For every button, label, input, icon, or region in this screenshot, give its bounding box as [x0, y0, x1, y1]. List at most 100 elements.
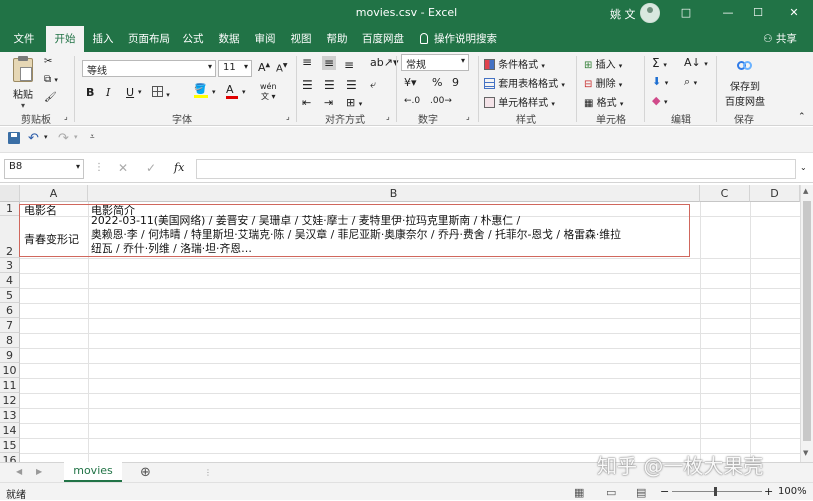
tell-me-search[interactable]: 操作说明搜索 [420, 26, 510, 52]
row-header[interactable]: 13 [0, 408, 20, 423]
tab-page-layout[interactable]: 页面布局 [124, 26, 174, 52]
row-header[interactable]: 9 [0, 348, 20, 363]
dialog-launcher-icon[interactable]: ⌟ [286, 112, 290, 121]
share-button[interactable]: ⚇ 共享 [758, 26, 802, 52]
merge-center-icon[interactable]: ⊞ ▾ [346, 96, 362, 109]
zoom-in-icon[interactable]: + [764, 485, 773, 498]
underline-button[interactable]: U [126, 86, 134, 99]
comma-button[interactable]: 9 [452, 76, 459, 89]
enter-icon[interactable]: ✓ [146, 161, 156, 175]
increase-indent-icon[interactable]: ⇥ [324, 96, 333, 109]
align-left-icon[interactable]: ☰ [302, 78, 313, 92]
autosum-icon[interactable]: Σ ▾ [652, 56, 667, 70]
borders-button[interactable]: ▾ [152, 86, 170, 100]
row-header[interactable]: 4 [0, 273, 20, 288]
cell-styles-button[interactable]: 单元格样式 ▾ [484, 94, 555, 109]
tab-help[interactable]: 帮助 [322, 26, 352, 52]
collapse-ribbon-icon[interactable]: ⌃ [798, 112, 806, 122]
row-header[interactable]: 15 [0, 438, 20, 453]
chevron-down-icon[interactable]: ▾ [242, 88, 246, 96]
dialog-launcher-icon[interactable]: ⌟ [386, 112, 390, 121]
cancel-icon[interactable]: ✕ [118, 161, 128, 175]
font-color-button[interactable]: A [226, 83, 238, 99]
scroll-left-icon[interactable]: ◀ [16, 467, 22, 476]
scroll-up-icon[interactable]: ▲ [803, 187, 808, 195]
close-button[interactable]: ✕ [780, 4, 808, 22]
increase-decimal-icon[interactable]: ←.0 [404, 96, 420, 106]
row-header[interactable]: 6 [0, 303, 20, 318]
ribbon-display-button[interactable]: □ [672, 4, 700, 22]
tab-file[interactable]: 文件 [6, 26, 42, 52]
row-header[interactable]: 16 [0, 453, 20, 462]
format-as-table-button[interactable]: 套用表格格式 ▾ [484, 75, 565, 90]
delete-cells-button[interactable]: ⊟ 删除 ▾ [584, 75, 622, 90]
expand-formula-bar-icon[interactable]: ⌄ [800, 163, 807, 172]
row-header[interactable]: 1 [0, 202, 20, 216]
tab-home[interactable]: 开始 [46, 26, 84, 52]
wrap-text-icon[interactable]: ⤶ [370, 78, 376, 92]
sheet-tab-movies[interactable]: movies [64, 462, 122, 482]
italic-button[interactable]: I [106, 86, 110, 99]
row-header[interactable]: 5 [0, 288, 20, 303]
tab-data[interactable]: 数据 [214, 26, 244, 52]
fill-color-button[interactable]: 🪣 [194, 84, 208, 98]
phonetic-button[interactable]: wén 文 ▾ [260, 82, 277, 102]
increase-font-button[interactable]: A▲ [258, 61, 270, 74]
zoom-level[interactable]: 100% [778, 486, 807, 497]
align-right-icon[interactable]: ☰ [346, 78, 357, 92]
row-header[interactable]: 12 [0, 393, 20, 408]
bold-button[interactable]: B [86, 86, 94, 99]
redo-icon[interactable]: ↷ [58, 131, 69, 146]
format-cells-button[interactable]: ▦ 格式 ▾ [584, 94, 623, 109]
page-break-view-icon[interactable]: ▤ [636, 486, 646, 499]
copy-icon[interactable]: ⧉ ▾ [44, 74, 58, 85]
paste-button[interactable]: 粘贴 ▾ [8, 56, 38, 110]
insert-cells-button[interactable]: ⊞ 插入 ▾ [584, 56, 622, 71]
format-painter-icon[interactable]: 🖌 [44, 92, 57, 103]
row-header[interactable]: 7 [0, 318, 20, 333]
zoom-slider-thumb[interactable] [714, 487, 717, 496]
vertical-scrollbar[interactable]: ▲ ▼ [800, 185, 813, 462]
customize-qat-icon[interactable]: ⩡ [90, 132, 95, 142]
column-header-d[interactable]: D [750, 185, 800, 202]
row-header[interactable]: 10 [0, 363, 20, 378]
row-header[interactable]: 8 [0, 333, 20, 348]
currency-icon[interactable]: ¥▾ [404, 76, 417, 89]
orientation-icon[interactable]: ab↗▾ [370, 56, 398, 69]
minimize-button[interactable]: — [714, 4, 742, 22]
align-center-icon[interactable]: ☰ [324, 78, 335, 92]
user-name[interactable]: 姚 文 [610, 6, 636, 22]
avatar[interactable] [640, 3, 660, 23]
page-layout-view-icon[interactable]: ▭ [606, 486, 616, 499]
decrease-indent-icon[interactable]: ⇤ [302, 96, 311, 109]
zoom-slider[interactable] [672, 487, 762, 496]
scroll-down-icon[interactable]: ▼ [803, 449, 808, 457]
tab-baidu-netdisk[interactable]: 百度网盘 [360, 26, 406, 52]
row-header[interactable]: 3 [0, 258, 20, 273]
sort-filter-icon[interactable]: A↓ ▾ [684, 56, 708, 69]
insert-function-button[interactable]: fx [174, 161, 184, 174]
font-name-dropdown[interactable]: 等线 ▾ [82, 60, 216, 77]
worksheet-grid[interactable]: A B C D 1 2 3 4 5 6 7 8 9 10 11 12 13 14… [0, 185, 800, 462]
dialog-launcher-icon[interactable]: ⌟ [64, 112, 68, 121]
column-header-c[interactable]: C [700, 185, 750, 202]
align-middle-icon[interactable]: ≡ [322, 56, 337, 70]
column-header-b[interactable]: B [88, 185, 700, 202]
formula-input[interactable] [196, 159, 796, 179]
tab-formulas[interactable]: 公式 [178, 26, 208, 52]
normal-view-icon[interactable]: ▦ [574, 486, 584, 499]
decrease-decimal-icon[interactable]: .00→ [430, 96, 452, 106]
chevron-down-icon[interactable]: ▾ [138, 88, 142, 96]
fill-down-icon[interactable]: ⬇ ▾ [652, 75, 668, 88]
tab-review[interactable]: 审阅 [250, 26, 280, 52]
name-box[interactable]: B8 ▾ [4, 159, 84, 179]
tab-insert[interactable]: 插入 [86, 26, 120, 52]
dialog-launcher-icon[interactable]: ⌟ [466, 112, 470, 121]
percent-button[interactable]: % [432, 76, 442, 89]
save-to-baidu-button[interactable]: 保存到 百度网盘 [722, 58, 768, 108]
number-format-dropdown[interactable]: 常规 ▾ [401, 54, 469, 71]
conditional-formatting-button[interactable]: 条件格式 ▾ [484, 56, 545, 71]
clear-icon[interactable]: ◆ ▾ [652, 94, 667, 107]
row-header[interactable]: 11 [0, 378, 20, 393]
font-size-dropdown[interactable]: 11 ▾ [218, 60, 252, 77]
